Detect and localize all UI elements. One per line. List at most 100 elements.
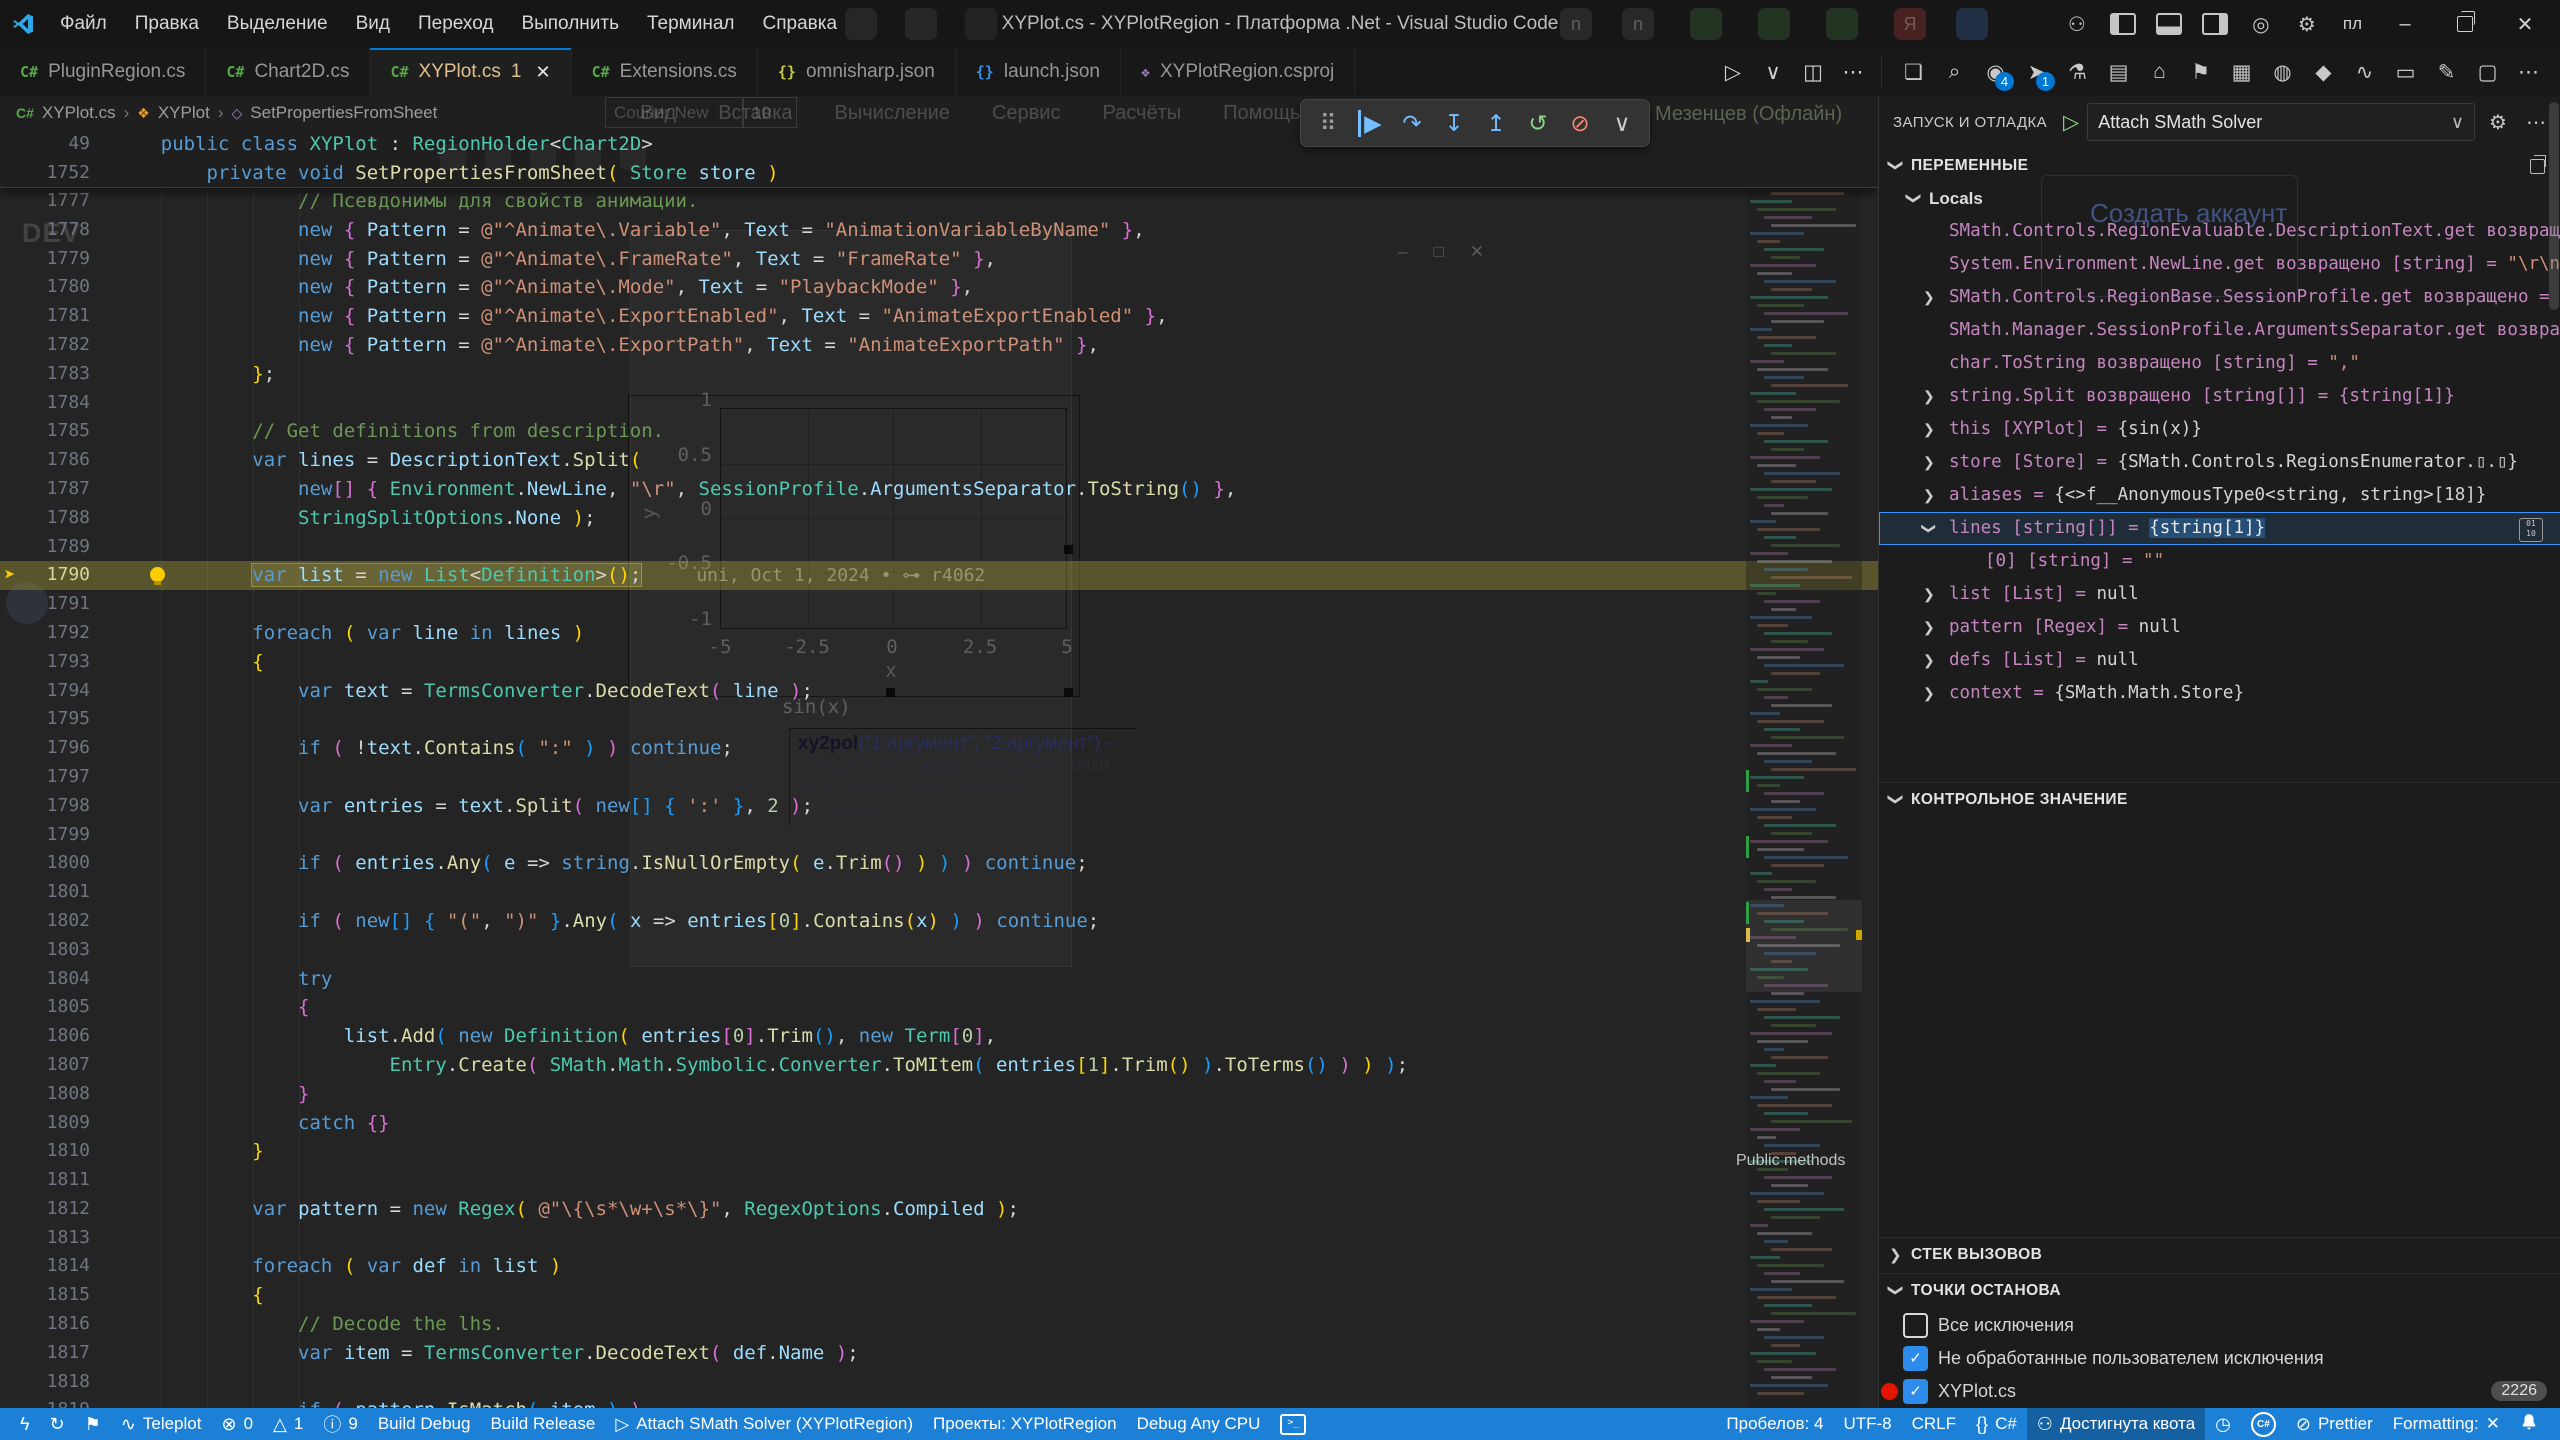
line-number[interactable]: 1800 [0,849,90,878]
variable-row[interactable]: ❯string.Split возвращено [string[]] = {s… [1879,380,2560,413]
expand-chevron-icon[interactable]: ❯ [1923,479,1935,512]
variable-row[interactable]: SMath.Manager.SessionProfile.ArgumentsSe… [1879,314,2560,347]
line-number[interactable]: 1799 [0,821,90,850]
notifications-bell[interactable] [2510,1408,2548,1440]
menu-Выделение[interactable]: Выделение [213,0,342,48]
line-number[interactable]: 1793 [0,648,90,677]
problems-warnings[interactable]: △1 [263,1408,313,1440]
line-number[interactable]: 1783 [0,360,90,389]
build-release-item[interactable]: Build Release [480,1408,605,1440]
indentation-item[interactable]: Пробелов: 4 [1716,1408,1833,1440]
run-dropdown[interactable]: ∨ [1755,54,1791,90]
expand-chevron-icon[interactable]: ❯ [1923,644,1935,677]
section-watch[interactable]: ❯ КОНТРОЛЬНОЕ ЗНАЧЕНИЕ [1879,782,2560,818]
menu-Вид[interactable]: Вид [342,0,404,48]
problems-info[interactable]: ⓘ9 [313,1408,367,1440]
step-over-button[interactable]: ↷ [1391,103,1433,143]
debug-settings-gear-icon[interactable]: ⚙ [2483,110,2513,135]
code-editor[interactable]: DEV 10.50-0.5-1-5-2.502.55 y x sin(x) xy… [0,130,1878,1408]
section-callstack[interactable]: ❯ СТЕК ВЫЗОВОВ [1879,1237,2560,1273]
variable-row[interactable]: ❯store [Store] = {SMath.Controls.Regions… [1879,446,2560,479]
expand-chevron-icon[interactable]: ❯ [1923,446,1935,479]
prettier-item[interactable]: ⊘Prettier [2286,1408,2383,1440]
line-number[interactable]: 49 [0,130,90,159]
step-into-button[interactable]: ↧ [1433,103,1475,143]
line-number[interactable]: 1789 [0,533,90,562]
pointer-icon[interactable]: ➤1 [2017,52,2056,92]
breadcrumb-method[interactable]: SetPropertiesFromSheet [250,103,437,123]
tab-Extensions.cs[interactable]: C#Extensions.cs [572,48,758,96]
problems-errors[interactable]: ⊗0 [211,1408,263,1440]
diamond-icon[interactable]: ◆ [2304,52,2343,92]
view-binary-icon[interactable]: 0110 [2519,518,2543,542]
build-debug-item[interactable]: Build Debug [368,1408,481,1440]
line-number[interactable]: 1802 [0,907,90,936]
breakpoint-checkbox[interactable]: ✓ [1903,1346,1928,1371]
line-number[interactable]: 1815 [0,1281,90,1310]
chat-icon[interactable]: ▭ [2386,52,2425,92]
sync-icon[interactable]: ↻ [40,1408,75,1440]
line-number[interactable]: 1817 [0,1339,90,1368]
tab-XYPlot.cs[interactable]: C#XYPlot.cs1✕ [370,48,571,96]
restore-button[interactable] [2438,0,2492,48]
line-number[interactable]: 1796 [0,734,90,763]
drag-handle-icon[interactable]: ⠿ [1307,103,1349,143]
tab-PluginRegion.cs[interactable]: C#PluginRegion.cs [0,48,206,96]
line-number[interactable]: 1785 [0,417,90,446]
breakpoint-row[interactable]: ✓Не обработанные пользователем исключени… [1879,1342,2560,1375]
expand-chevron-icon[interactable]: ❯ [1923,281,1935,314]
line-number[interactable]: 1798 [0,792,90,821]
section-breakpoints[interactable]: ❯ ТОЧКИ ОСТАНОВА [1879,1273,2560,1309]
run-button[interactable]: ▷ [1715,54,1751,90]
line-number[interactable]: 1780 [0,273,90,302]
line-number[interactable]: 1781 [0,302,90,331]
line-number[interactable]: 1808 [0,1080,90,1109]
flag-icon[interactable]: ⚑ [75,1408,111,1440]
line-number[interactable]: 1801 [0,878,90,907]
account-icon[interactable]: ◉4 [1976,52,2015,92]
settings-gear-icon[interactable]: ⚙ [2287,6,2327,42]
continue-button[interactable]: ▶ [1349,103,1391,143]
expand-chevron-icon[interactable]: ❯ [1923,677,1935,710]
editor-more-button[interactable]: ⋯ [1835,54,1871,90]
line-number[interactable]: 1779 [0,245,90,274]
bookmark-icon[interactable]: ⚑ [2181,52,2220,92]
variable-row[interactable]: ❯lines [string[]] = {string[1]}0110 [1879,512,2560,545]
line-number[interactable]: 1819 [0,1396,90,1408]
breakpoint-row[interactable]: ✓XYPlot.cs2226 [1879,1375,2560,1408]
csharp-status-icon[interactable]: C# [2241,1408,2286,1440]
copilot-icon[interactable]: ⚇ [2057,6,2097,42]
line-number[interactable]: 1811 [0,1166,90,1195]
terminal-icon[interactable]: >_ [1270,1408,1316,1440]
line-number[interactable]: 1805 [0,993,90,1022]
encoding-item[interactable]: UTF-8 [1833,1408,1901,1440]
line-number[interactable]: 1804 [0,965,90,994]
menu-Файл[interactable]: Файл [46,0,121,48]
eol-item[interactable]: CRLF [1902,1408,1966,1440]
copilot-quota-item[interactable]: ⚇Достигнута квота [2027,1408,2205,1440]
line-number[interactable]: 1794 [0,677,90,706]
remote-icon[interactable]: ϟ [10,1408,40,1440]
line-number[interactable]: 1813 [0,1224,90,1253]
breadcrumb-file[interactable]: XYPlot.cs [42,103,116,123]
line-number[interactable]: 1814 [0,1252,90,1281]
toggle-sidebar-icon[interactable] [2103,6,2143,42]
line-number[interactable]: 1803 [0,936,90,965]
line-number[interactable]: 1791 [0,590,90,619]
line-number[interactable]: 1777 [0,187,90,216]
teleplot-item[interactable]: ∿Teleplot [111,1408,212,1440]
menu-Терминал[interactable]: Терминал [633,0,749,48]
projects-item[interactable]: Проекты: XYPlotRegion [923,1408,1127,1440]
step-out-button[interactable]: ↥ [1475,103,1517,143]
tab-omnisharp.json[interactable]: {}omnisharp.json [758,48,956,96]
expand-chevron-icon[interactable]: ❯ [1923,380,1935,413]
variable-row[interactable]: [0] [string] = "" [1879,545,2560,578]
panel-maximize-icon[interactable] [2530,159,2545,174]
line-number[interactable]: 1806 [0,1022,90,1051]
line-number[interactable]: 1788 [0,504,90,533]
breakpoint-checkbox[interactable] [1903,1313,1928,1338]
search-icon[interactable]: ⌕ [1935,52,1974,92]
close-button[interactable]: ✕ [2498,0,2552,48]
language-item[interactable]: {}C# [1966,1408,2027,1440]
variable-row[interactable]: char.ToString возвращено [string] = "," [1879,347,2560,380]
